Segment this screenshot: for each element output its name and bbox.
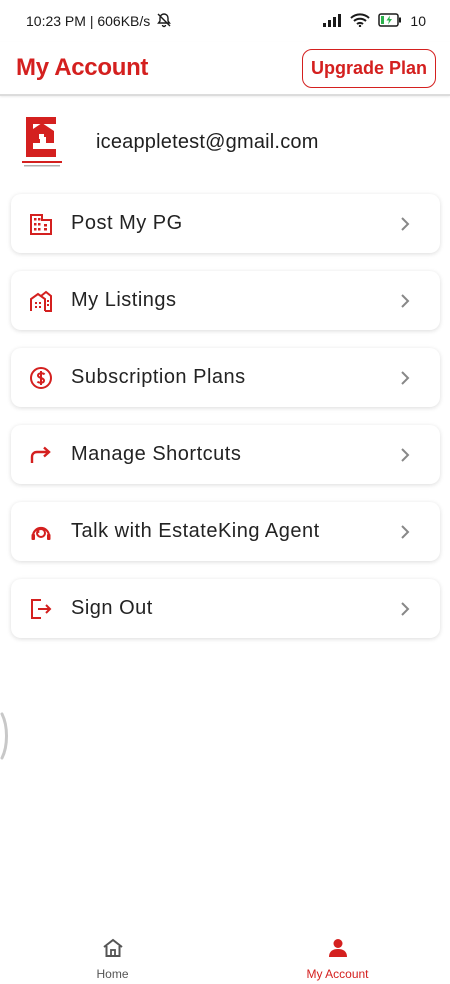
menu-item-label: Sign Out	[71, 597, 153, 619]
menu-item-manage-shortcuts[interactable]: Manage Shortcuts	[11, 425, 440, 484]
battery-icon	[378, 12, 402, 30]
profile-section: iceappletest@gmail.com	[0, 110, 450, 174]
menu-item-sign-out[interactable]: Sign Out	[11, 579, 440, 638]
nav-my-account[interactable]: My Account	[225, 926, 450, 984]
building-icon	[29, 212, 53, 236]
menu-item-my-listings[interactable]: My Listings	[11, 271, 440, 330]
status-right: 10	[322, 12, 426, 30]
menu-item-label: Talk with EstateKing Agent	[71, 520, 320, 542]
battery-percent: 10	[410, 13, 426, 29]
bottom-navigation: Home My Account	[0, 926, 450, 984]
chevron-right-icon	[398, 293, 412, 308]
dollar-circle-icon	[29, 366, 53, 390]
share-arrow-icon	[29, 443, 53, 467]
sign-out-icon	[29, 597, 53, 621]
listings-icon	[29, 289, 53, 313]
nav-account-label: My Account	[306, 967, 369, 981]
user-email: iceappletest@gmail.com	[96, 130, 319, 153]
notifications-muted-icon	[156, 12, 172, 31]
menu-item-label: Post My PG	[71, 212, 183, 234]
status-time-speed: 10:23 PM | 606KB/s	[26, 13, 151, 29]
menu-item-subscription-plans[interactable]: Subscription Plans	[11, 348, 440, 407]
status-left: 10:23 PM | 606KB/s	[26, 12, 172, 31]
chevron-right-icon	[398, 447, 412, 462]
person-icon	[328, 938, 348, 963]
agent-headset-icon	[29, 520, 53, 544]
menu-item-label: My Listings	[71, 289, 177, 311]
menu-item-label: Subscription Plans	[71, 366, 246, 388]
chevron-right-icon	[398, 216, 412, 231]
chevron-right-icon	[398, 524, 412, 539]
menu-item-post-my-pg[interactable]: Post My PG	[11, 194, 440, 253]
nav-home-label: Home	[96, 967, 129, 981]
page-title: My Account	[16, 54, 149, 81]
chevron-right-icon	[398, 601, 412, 616]
wifi-icon	[350, 12, 371, 30]
upgrade-plan-button[interactable]: Upgrade Plan	[301, 48, 436, 88]
menu-item-label: Manage Shortcuts	[71, 443, 242, 465]
menu-item-talk-with-agent[interactable]: Talk with EstateKing Agent	[11, 502, 440, 561]
estateking-logo	[20, 115, 64, 169]
signal-icon	[322, 13, 342, 30]
home-icon	[102, 938, 124, 963]
chevron-right-icon	[398, 370, 412, 385]
nav-home[interactable]: Home	[0, 926, 225, 984]
status-bar: 10:23 PM | 606KB/s 10	[0, 0, 450, 42]
edge-gesture-handle[interactable]	[0, 712, 10, 760]
account-menu: Post My PG My Listings Subscription Plan…	[11, 194, 440, 656]
app-bar: My Account Upgrade Plan	[0, 42, 450, 96]
